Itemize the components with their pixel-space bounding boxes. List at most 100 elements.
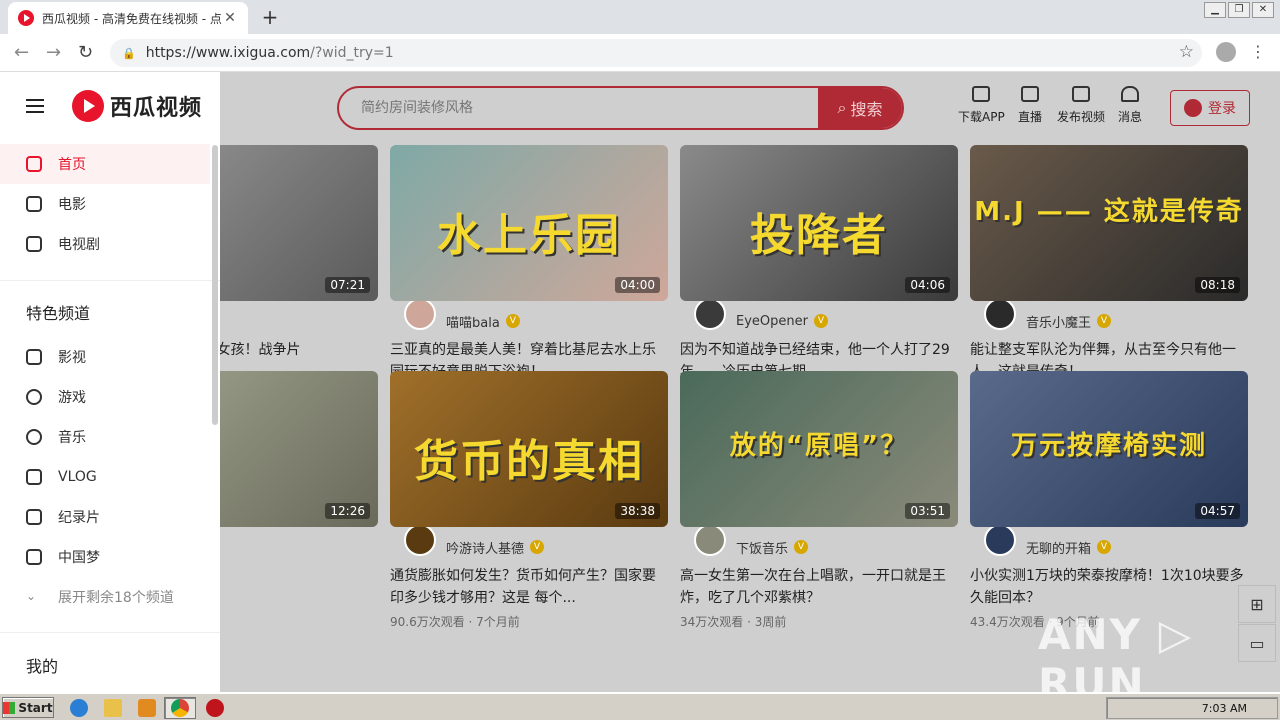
system-tray: 7:03 AM bbox=[1106, 697, 1278, 719]
login-label: 登录 bbox=[1208, 101, 1236, 117]
video-card[interactable]: M.J —— 这就是传奇 08:18 音乐小魔王 V 能让整支军队沦为伴舞，从古至今只有… bbox=[970, 145, 1248, 404]
author-name[interactable]: EyeOpener bbox=[736, 314, 808, 329]
video-duration: 07:21 bbox=[325, 277, 370, 293]
china-dream-icon bbox=[26, 549, 42, 565]
author-avatar[interactable] bbox=[694, 298, 726, 330]
hamburger-menu-icon[interactable] bbox=[26, 99, 44, 113]
sidebar-item-home[interactable]: 首页 bbox=[0, 144, 210, 184]
video-author[interactable]: 下饭音乐 V bbox=[680, 524, 958, 565]
video-thumbnail[interactable]: 万元按摩椅实测 04:57 bbox=[970, 371, 1248, 527]
search-button[interactable]: ⌕ 搜索 bbox=[818, 88, 902, 128]
search-box: ⌕ 搜索 bbox=[337, 86, 904, 130]
video-author[interactable]: 无聊的开箱 V bbox=[970, 524, 1248, 565]
author-avatar[interactable] bbox=[984, 298, 1016, 330]
thumbnail-caption: 水上乐园 bbox=[437, 210, 621, 261]
music-icon bbox=[26, 429, 42, 445]
video-card[interactable]: 货币的真相 38:38 吟游诗人基德 V 通货膨胀如何发生？货币如何产生？国家要印多少钱… bbox=[390, 371, 668, 630]
film-icon bbox=[26, 349, 42, 365]
thumbnail-caption: 放的“原唱”？ bbox=[729, 431, 909, 461]
author-name[interactable]: 音乐小魔王 bbox=[1026, 312, 1091, 331]
video-thumbnail[interactable]: 货币的真相 38:38 bbox=[390, 371, 668, 527]
chrome-taskbar-button[interactable] bbox=[164, 697, 196, 719]
live-button[interactable]: 直播 bbox=[1018, 86, 1042, 125]
video-author[interactable]: 喵喵bala V bbox=[390, 298, 668, 339]
url-path: /?wid_try=1 bbox=[310, 45, 394, 61]
author-avatar[interactable] bbox=[694, 524, 726, 556]
tv-icon bbox=[26, 236, 42, 252]
video-card[interactable]: 投降者04:06EyeOpenerV因为不知道战争已经结束，他一个人打了29年—… bbox=[680, 145, 958, 404]
new-tab-button[interactable]: + bbox=[260, 5, 280, 29]
browser-tab-active[interactable]: 西瓜视频 - 高清免费在线视频 - 点亮 ✕ bbox=[8, 2, 248, 34]
xigua-favicon-icon bbox=[18, 10, 34, 26]
close-tab-icon[interactable]: ✕ bbox=[222, 10, 238, 26]
download-app-button[interactable]: 下载APP bbox=[958, 86, 1005, 125]
site-logo[interactable]: 西瓜视频 bbox=[26, 90, 202, 122]
search-icon: ⌕ bbox=[837, 98, 847, 117]
windows-logo-icon bbox=[3, 701, 16, 714]
video-card[interactable]: 放的“原唱”？ 03:51 下饭音乐 V 高一女生第一次在台上唱歌，一开口就是王炸，吃了… bbox=[680, 371, 958, 630]
xigua-logo-icon bbox=[72, 90, 104, 122]
browser-menu-icon[interactable]: ⋮ bbox=[1250, 42, 1266, 61]
author-avatar[interactable] bbox=[404, 524, 436, 556]
documentary-icon bbox=[26, 509, 42, 525]
video-duration: 03:51 bbox=[905, 503, 950, 519]
video-card[interactable]: 万元按摩椅实测 04:57 无聊的开箱 V 小伙实测1万块的荣泰按摩椅！1次10块要多久… bbox=[970, 371, 1248, 630]
messages-button[interactable]: 消息 bbox=[1118, 86, 1142, 125]
author-avatar[interactable] bbox=[404, 298, 436, 330]
sidebar-item-label: 电视剧 bbox=[58, 237, 100, 253]
sidebar-item-movie[interactable]: 电影 bbox=[0, 184, 210, 224]
ie-icon[interactable] bbox=[70, 699, 88, 717]
sidebar-item-film[interactable]: 影视 bbox=[0, 337, 210, 377]
maximize-button[interactable]: ❐ bbox=[1228, 2, 1250, 18]
login-button[interactable]: 登录 bbox=[1170, 90, 1250, 126]
video-card[interactable]: 水上乐园04:00喵喵balaV三亚真的是最美人美！穿着比基尼去水上乐园玩不好意… bbox=[390, 145, 668, 404]
sidebar-item-label: 电影 bbox=[58, 197, 86, 213]
video-thumbnail[interactable]: 水上乐园 04:00 bbox=[390, 145, 668, 301]
expand-channels-button[interactable]: ⌄ 展开剩余18个频道 bbox=[0, 577, 210, 617]
sidebar-item-tv[interactable]: 电视剧 bbox=[0, 224, 210, 264]
upload-video-icon bbox=[1072, 86, 1090, 102]
video-thumbnail[interactable]: 投降者 04:06 bbox=[680, 145, 958, 301]
video-duration: 38:38 bbox=[615, 503, 660, 519]
folder-icon[interactable] bbox=[104, 699, 122, 717]
author-avatar[interactable] bbox=[984, 524, 1016, 556]
author-name[interactable]: 下饭音乐 bbox=[736, 538, 788, 557]
download-icon bbox=[972, 86, 991, 102]
video-title[interactable]: 通货膨胀如何发生？货币如何产生？国家要印多少钱才够用？这是 每个... bbox=[390, 565, 668, 609]
verified-badge-icon: V bbox=[813, 314, 828, 328]
close-window-button[interactable]: ✕ bbox=[1252, 2, 1274, 18]
movie-icon bbox=[26, 196, 42, 212]
media-player-icon[interactable] bbox=[138, 699, 156, 717]
video-thumbnail[interactable]: M.J —— 这就是传奇 08:18 bbox=[970, 145, 1248, 301]
video-author[interactable]: 音乐小魔王 V bbox=[970, 298, 1248, 339]
start-button[interactable]: Start bbox=[2, 697, 54, 718]
messages-label: 消息 bbox=[1118, 110, 1143, 124]
sidebar-item-china-dream[interactable]: 中国梦 bbox=[0, 537, 210, 577]
bookmark-star-icon[interactable]: ☆ bbox=[1179, 42, 1194, 62]
video-title[interactable]: 高一女生第一次在台上唱歌，一开口就是王炸，吃了几个邓紫棋？ bbox=[680, 565, 958, 609]
author-name[interactable]: 喵喵bala bbox=[446, 312, 500, 331]
forward-icon[interactable]: → bbox=[46, 42, 61, 63]
video-author[interactable]: 吟游诗人基德 V bbox=[390, 524, 668, 565]
url-field[interactable]: 🔒 https://www.ixigua.com/?wid_try=1 bbox=[110, 39, 1202, 67]
video-thumbnail[interactable]: 放的“原唱”？ 03:51 bbox=[680, 371, 958, 527]
video-duration: 08:18 bbox=[1195, 277, 1240, 293]
reload-icon[interactable]: ↻ bbox=[78, 42, 93, 63]
sidebar-item-music[interactable]: 音乐 bbox=[0, 417, 210, 457]
video-title[interactable]: 小伙实测1万块的荣泰按摩椅！1次10块要多久能回本？ bbox=[970, 565, 1248, 609]
video-author[interactable]: EyeOpener V bbox=[680, 298, 958, 339]
sidebar-item-game[interactable]: 游戏 bbox=[0, 377, 210, 417]
back-icon[interactable]: ← bbox=[14, 42, 29, 63]
sidebar-item-vlog[interactable]: VLOG bbox=[0, 457, 210, 497]
start-label: Start bbox=[18, 700, 53, 715]
stop-icon[interactable] bbox=[206, 699, 224, 717]
profile-avatar-icon[interactable] bbox=[1216, 42, 1236, 62]
search-input[interactable] bbox=[339, 88, 819, 128]
minimize-button[interactable]: ▁ bbox=[1204, 2, 1226, 18]
author-name[interactable]: 吟游诗人基德 bbox=[446, 538, 524, 557]
sidebar-scrollbar[interactable] bbox=[212, 145, 218, 425]
sidebar-item-documentary[interactable]: 纪录片 bbox=[0, 497, 210, 537]
upload-video-button[interactable]: 发布视频 bbox=[1057, 86, 1105, 125]
verified-badge-icon: V bbox=[794, 540, 809, 554]
author-name[interactable]: 无聊的开箱 bbox=[1026, 538, 1091, 557]
